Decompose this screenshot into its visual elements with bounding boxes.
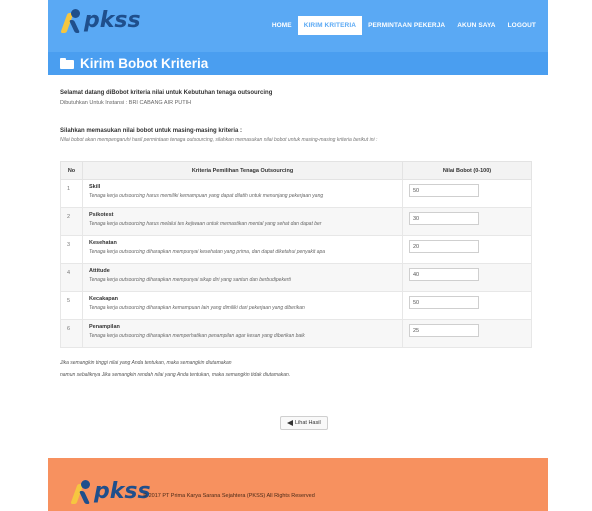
pkss-logo-mark-icon [70,480,92,504]
logo-text: pkss [84,8,141,33]
copyright-text: © 2017 PT Prima Karya Sarana Sejahtera (… [143,493,315,499]
weight-cell: 20 [402,235,532,264]
criteria-name: Skill [89,184,101,190]
weight-input-penampilan[interactable]: 25 [409,324,479,337]
row-number: 5 [60,291,83,320]
table-row: 1 Skill Tenaga kerja outsourcing harus m… [60,179,532,208]
criteria-name: Kecakapan [89,296,119,302]
weight-cell: 50 [402,291,532,320]
weight-cell: 25 [402,319,532,348]
nav-home[interactable]: HOME [266,16,298,35]
table-row: 2 Psikotest Tenaga kerja outsourcing har… [60,207,532,236]
criteria-description: Tenaga kerja outsourcing diharapkan kema… [89,305,305,311]
criteria-description: Tenaga kerja outsourcing harus memiliki … [89,193,324,199]
pkss-logo[interactable]: pkss [60,8,141,33]
row-number: 2 [60,207,83,236]
header-kriteria: Kriteria Pemilihan Tenaga Outsourcing [82,161,403,180]
nav-kirim-kriteria[interactable]: KIRIM KRITERIA [297,16,363,35]
lihat-hasil-button[interactable]: Lihat Hasil [280,416,328,430]
weight-cell: 40 [402,263,532,292]
page: pkss HOME KIRIM KRITERIA PERMINTAAN PEKE… [0,0,592,511]
row-number: 4 [60,263,83,292]
criteria-description: Tenaga kerja outsourcing diharapkan memp… [89,249,326,255]
weight-input-psikotest[interactable]: 30 [409,212,479,225]
footer: pkss © 2017 PT Prima Karya Sarana Sejaht… [48,458,548,511]
welcome-text: Selamat datang diBobot kriteria nilai un… [60,90,273,96]
instruction-title: Silahkan memasukan nilai bobot untuk mas… [60,128,243,134]
table-row: 4 Attitude Tenaga kerja outsourcing diha… [60,263,532,292]
header-no: No [60,161,83,180]
criteria-cell: Psikotest Tenaga kerja outsourcing harus… [82,207,403,236]
criteria-description: Tenaga kerja outsourcing diharapkan memp… [89,277,291,283]
criteria-cell: Attitude Tenaga kerja outsourcing dihara… [82,263,403,292]
criteria-description: Tenaga kerja outsourcing harus melalui t… [89,221,322,227]
criteria-cell: Skill Tenaga kerja outsourcing harus mem… [82,179,403,208]
nav-permintaan-pekerja[interactable]: PERMINTAAN PEKERJA [362,16,451,35]
criteria-name: Psikotest [89,212,114,218]
table-row: 5 Kecakapan Tenaga kerja outsourcing dih… [60,291,532,320]
weight-input-attitude[interactable]: 40 [409,268,479,281]
nav-logout[interactable]: LOGOUT [502,16,542,35]
criteria-name: Kesehatan [89,240,117,246]
pkss-logo-mark-icon [60,9,82,33]
title-bar: Kirim Bobot Kriteria [48,52,548,75]
nav-akun-saya[interactable]: AKUN SAYA [451,16,501,35]
lihat-hasil-label: Lihat Hasil [295,420,321,426]
top-navbar: pkss HOME KIRIM KRITERIA PERMINTAAN PEKE… [48,0,548,52]
row-number: 3 [60,235,83,264]
criteria-cell: Penampilan Tenaga kerja outsourcing diha… [82,319,403,348]
page-title: Kirim Bobot Kriteria [80,56,209,71]
weight-cell: 50 [402,179,532,208]
table-header-row: No Kriteria Pemilihan Tenaga Outsourcing… [60,161,532,180]
table-row: 3 Kesehatan Tenaga kerja outsourcing dih… [60,235,532,264]
note-line-1: Jika semangkin tinggi nilai yang Anda te… [60,360,232,366]
note-line-2: namun sebaliknya Jika semangkin rendah n… [60,372,291,378]
row-number: 1 [60,179,83,208]
weight-cell: 30 [402,207,532,236]
table-row: 6 Penampilan Tenaga kerja outsourcing di… [60,319,532,348]
folder-open-icon [60,58,74,69]
criteria-name: Penampilan [89,324,120,330]
main-nav: HOME KIRIM KRITERIA PERMINTAAN PEKERJA A… [266,16,542,35]
footer-logo-text: pkss [94,479,151,504]
main-content: Selamat datang diBobot kriteria nilai un… [60,84,536,378]
send-icon [287,420,293,426]
header-nilai: Nilai Bobot (0-100) [402,161,532,180]
criteria-table: No Kriteria Pemilihan Tenaga Outsourcing… [60,161,532,348]
site-frame: pkss HOME KIRIM KRITERIA PERMINTAAN PEKE… [48,0,548,511]
instruction-subtitle: Nilai bobot akan mempengaruhi hasil perm… [60,137,378,143]
weight-input-kecakapan[interactable]: 50 [409,296,479,309]
instansi-text: Dibutuhkan Untuk Instansi : BRI CABANG A… [60,100,192,106]
row-number: 6 [60,319,83,348]
weight-input-kesehatan[interactable]: 20 [409,240,479,253]
criteria-cell: Kecakapan Tenaga kerja outsourcing dihar… [82,291,403,320]
criteria-description: Tenaga kerja outsourcing diharapkan memp… [89,333,305,339]
footer-logo: pkss [70,479,151,504]
criteria-name: Attitude [89,268,110,274]
weight-input-skill[interactable]: 50 [409,184,479,197]
criteria-cell: Kesehatan Tenaga kerja outsourcing dihar… [82,235,403,264]
